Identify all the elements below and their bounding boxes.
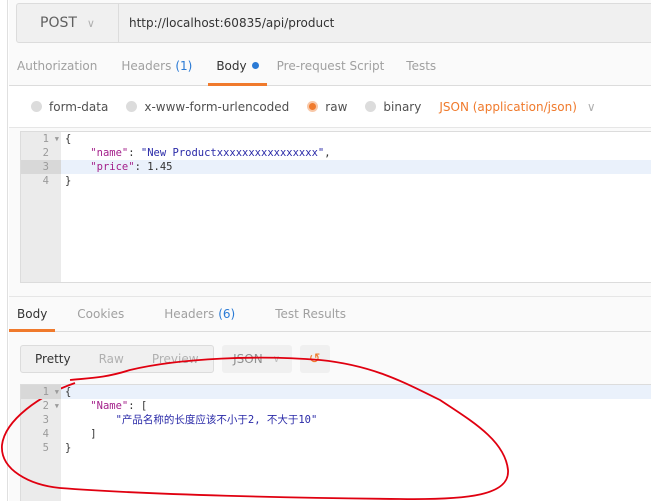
request-tabs: Authorization Headers (1) Body Pre-reques…: [9, 46, 651, 86]
chevron-down-icon: ∨: [272, 353, 281, 365]
request-page: POST ∨ http://localhost:60835/api/produc…: [9, 0, 651, 501]
tab-label: Test Results: [275, 307, 347, 321]
radio-form-data[interactable]: form-data: [31, 100, 108, 114]
line-number: 2: [42, 147, 49, 159]
wrap-lines-button[interactable]: ↺: [299, 345, 330, 373]
code-line: 1 ▼ {: [21, 132, 651, 146]
code-line-active: 1 ▼ {: [21, 385, 651, 399]
code-text: "Name": [: [90, 400, 148, 412]
radio-label: form-data: [49, 99, 109, 114]
code-text: {: [65, 133, 72, 145]
radio-circle-icon: [365, 101, 377, 112]
radio-raw[interactable]: raw: [307, 100, 347, 114]
line-number: 2 ▼: [21, 399, 61, 413]
response-tab-test-results[interactable]: Test Results: [267, 297, 354, 331]
url-input[interactable]: http://localhost:60835/api/product: [119, 4, 334, 42]
code-text: "price": 1.45: [90, 161, 173, 173]
fold-arrow-icon[interactable]: ▼: [55, 132, 59, 146]
headers-count: (6): [218, 307, 236, 321]
tab-label: Pre-request Script: [276, 58, 385, 73]
radio-selected-icon: [307, 101, 319, 112]
code-line: 3 "产品名称的长度应该不小于2, 不大于10": [21, 413, 651, 427]
code-text: ]: [65, 428, 97, 440]
response-tab-headers[interactable]: Headers (6): [156, 297, 243, 331]
code-text: "产品名称的长度应该不小于2, 不大于10": [61, 413, 318, 427]
code-line-active: 3 "price": 1.45: [21, 160, 651, 174]
tab-pre-request-script[interactable]: Pre-request Script: [269, 46, 393, 85]
tab-body[interactable]: Body: [208, 46, 267, 86]
view-pretty-button[interactable]: Pretty: [21, 352, 85, 366]
radio-label: x-www-form-urlencoded: [144, 99, 290, 114]
view-mode-toggle: Pretty Raw Preview: [20, 345, 214, 373]
tab-label: Body: [216, 58, 247, 73]
line-number: 3: [21, 160, 61, 174]
response-tab-cookies[interactable]: Cookies: [69, 297, 132, 331]
tab-label: Tests: [406, 58, 437, 73]
code-text: {: [65, 386, 72, 398]
json-number-value: 1.45: [147, 161, 173, 173]
line-number-text: 2: [42, 400, 49, 412]
json-key: "Name": [90, 400, 129, 412]
code-line: 4 ]: [21, 427, 651, 441]
tab-authorization[interactable]: Authorization: [9, 46, 105, 85]
chevron-down-icon: ∨: [586, 99, 596, 114]
response-toolbar: Pretty Raw Preview JSON ∨ ↺: [20, 345, 330, 373]
tab-label: Body: [17, 307, 48, 321]
fold-arrow-icon[interactable]: ▼: [55, 399, 59, 413]
code-text: }: [65, 442, 72, 454]
line-number: 1 ▼: [21, 385, 61, 399]
radio-x-www-form-urlencoded[interactable]: x-www-form-urlencoded: [126, 100, 289, 114]
radio-label: raw: [325, 99, 348, 114]
json-key: "price": [90, 161, 135, 173]
tab-label: Authorization: [17, 58, 98, 73]
tab-label: Headers: [121, 58, 172, 73]
tab-headers[interactable]: Headers (1): [113, 46, 200, 85]
tab-tests[interactable]: Tests: [398, 46, 444, 85]
url-bar: POST ∨ http://localhost:60835/api/produc…: [16, 3, 651, 43]
view-raw-button[interactable]: Raw: [85, 352, 138, 366]
radio-circle-icon: [126, 101, 138, 112]
content-type-select[interactable]: JSON (application/json) ∨: [439, 100, 595, 114]
format-label: JSON: [233, 352, 263, 366]
content-type-label: JSON (application/json): [439, 99, 577, 114]
response-tabs: Body Cookies Headers (6) Test Results: [9, 296, 651, 332]
code-line: 2 "name": "New Productxxxxxxxxxxxxxxxx",: [21, 146, 651, 160]
modified-dot-icon: [251, 62, 259, 69]
json-string-value: "产品名称的长度应该不小于2, 不大于10": [115, 414, 318, 426]
code-text: "name": "New Productxxxxxxxxxxxxxxxx",: [90, 147, 331, 159]
fold-arrow-icon[interactable]: ▼: [55, 385, 59, 399]
code-line: 5 }: [21, 441, 651, 455]
json-key: "name": [90, 147, 129, 159]
code-line: 2 ▼ "Name": [: [21, 399, 651, 413]
line-number-text: 1: [42, 133, 49, 145]
line-number: 5: [42, 442, 49, 454]
radio-circle-icon: [31, 101, 42, 112]
json-string-value: "New Productxxxxxxxxxxxxxxxx": [140, 147, 325, 159]
line-number-text: 1: [42, 386, 49, 398]
chevron-down-icon: ∨: [86, 16, 95, 30]
response-body-viewer[interactable]: 1 ▼ { 2 ▼ "Name": [ 3 "产品名称的长度应该不小于2, 不大于1…: [20, 384, 651, 501]
radio-label: binary: [383, 99, 422, 114]
view-preview-button[interactable]: Preview: [138, 352, 213, 366]
code-text: }: [65, 175, 72, 187]
wrap-lines-icon: ↺: [308, 351, 321, 367]
request-body-editor[interactable]: 1 ▼ { 2 "name": "New Productxxxxxxxxxxxxx…: [20, 131, 651, 283]
method-select[interactable]: POST ∨: [17, 4, 119, 42]
method-label: POST: [40, 15, 77, 31]
line-number: 1 ▼: [21, 132, 61, 146]
line-number: 3: [42, 414, 49, 426]
line-number: 4: [42, 428, 49, 440]
headers-count: (1): [175, 58, 193, 73]
code-line: 4 }: [21, 174, 651, 188]
window-left-edge: [0, 0, 8, 501]
radio-binary[interactable]: binary: [365, 100, 421, 114]
tab-label: Headers: [164, 307, 215, 321]
body-mode-options: form-data x-www-form-urlencoded raw bina…: [9, 86, 651, 128]
format-select[interactable]: JSON ∨: [221, 345, 292, 373]
tab-label: Cookies: [77, 307, 125, 321]
line-number: 4: [42, 175, 49, 187]
response-tab-body[interactable]: Body: [9, 297, 56, 332]
